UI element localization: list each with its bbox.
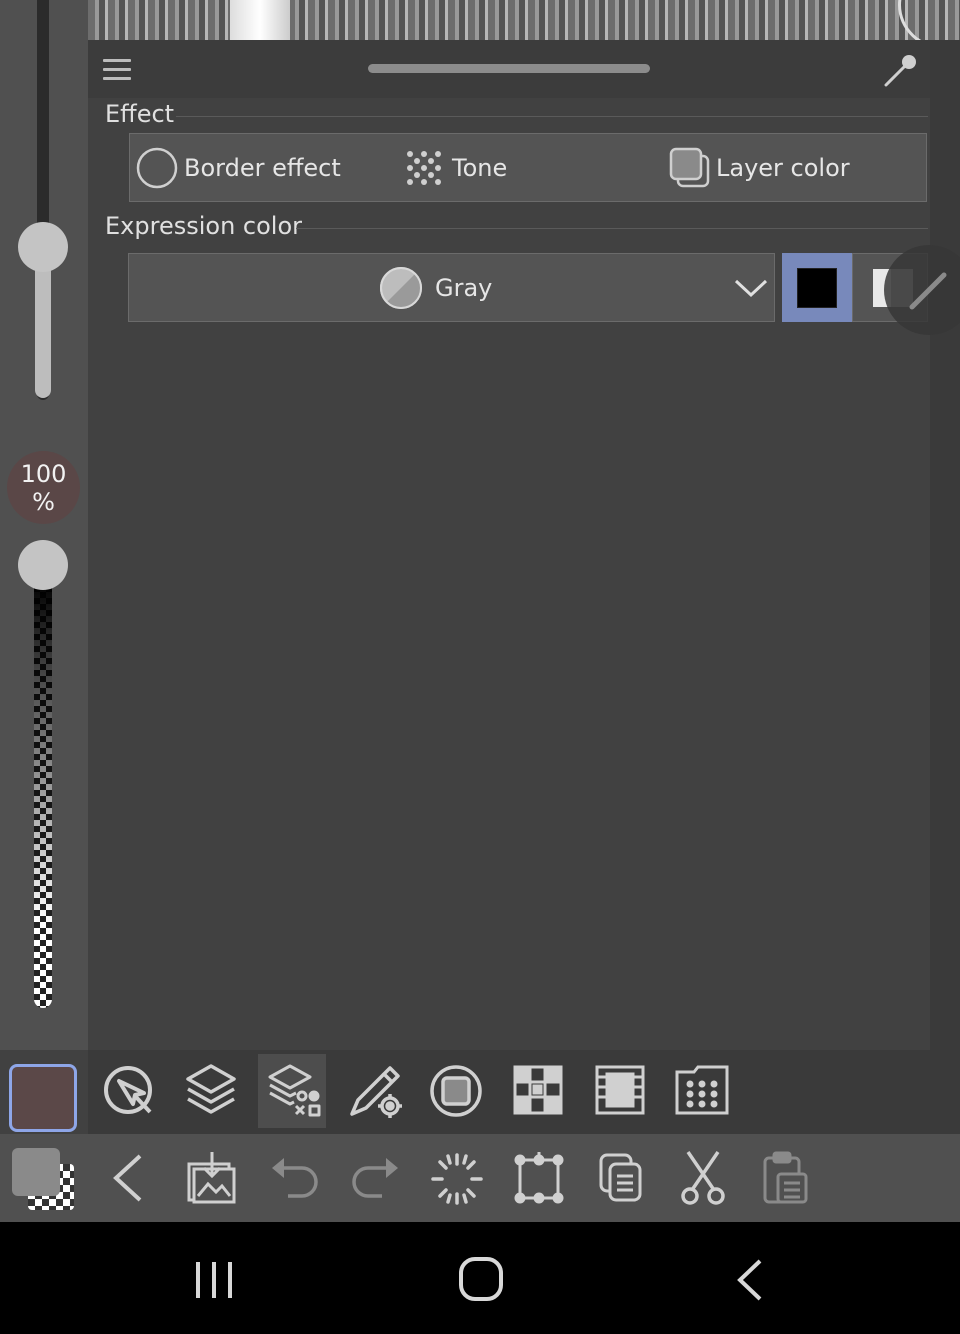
pin-icon[interactable] [880,50,920,90]
hamburger-menu-icon[interactable] [103,59,131,81]
back-icon[interactable] [110,1152,146,1204]
opacity-unit: % [32,487,55,516]
effect-option-label: Tone [452,153,508,182]
tone-dots-icon [404,148,444,188]
navigator-icon[interactable] [428,1063,484,1119]
expression-color-value: Gray [435,274,493,302]
transform-icon[interactable] [514,1152,564,1204]
black-swatch [797,268,837,308]
animation-icon[interactable] [594,1064,646,1116]
sub-color-swatch[interactable] [12,1148,60,1196]
effect-option-tone[interactable]: Tone [404,134,507,201]
expression-section-divider [296,228,928,229]
effect-section-title: Effect [105,100,175,128]
layer-icon[interactable] [184,1062,238,1118]
canvas-preview-highlight [230,0,290,40]
layer-color-icon [668,146,712,190]
effect-option-layer-color[interactable]: Layer color [668,134,850,201]
opacity-percent-badge[interactable]: 100 % [7,451,80,524]
panel-drag-handle[interactable] [368,64,650,73]
opacity-slider-handle[interactable] [18,540,68,590]
opacity-value: 100 [20,459,67,488]
import-image-icon[interactable] [186,1150,236,1204]
effect-option-label: Border effect [184,153,341,182]
layer-property-icon[interactable] [266,1062,324,1120]
paste-icon[interactable] [762,1150,810,1206]
effect-options-row: Border effect Tone Layer color [129,133,927,202]
system-back-icon[interactable] [734,1258,766,1302]
canvas-preview[interactable] [88,0,960,40]
brush-settings-icon[interactable] [346,1060,408,1122]
effect-option-border[interactable]: Border effect [136,134,341,201]
cut-icon[interactable] [680,1150,726,1206]
panel-scroll-gutter [930,40,960,1050]
expression-color-dropdown[interactable]: Gray [128,253,775,322]
home-icon[interactable] [458,1256,504,1302]
material-icon[interactable] [512,1064,564,1116]
main-color-swatch[interactable] [9,1064,77,1132]
chevron-down-icon [733,276,769,300]
redo-icon[interactable] [350,1152,402,1200]
effect-option-label: Layer color [716,153,850,182]
circle-outline-icon [136,147,178,189]
pencil-icon [904,265,954,315]
effect-section-divider [176,116,928,117]
expression-color-title: Expression color [105,212,303,240]
copy-icon[interactable] [598,1152,644,1204]
gray-circle-icon [379,266,423,310]
brush-size-slider-handle[interactable] [18,222,68,272]
timeline-icon[interactable] [674,1064,730,1116]
undo-icon[interactable] [268,1152,320,1200]
opacity-slider-gradient [34,580,52,1008]
tool-property-icon[interactable] [102,1064,156,1118]
recent-apps-icon[interactable] [192,1260,236,1300]
selection-icon[interactable] [430,1152,484,1206]
